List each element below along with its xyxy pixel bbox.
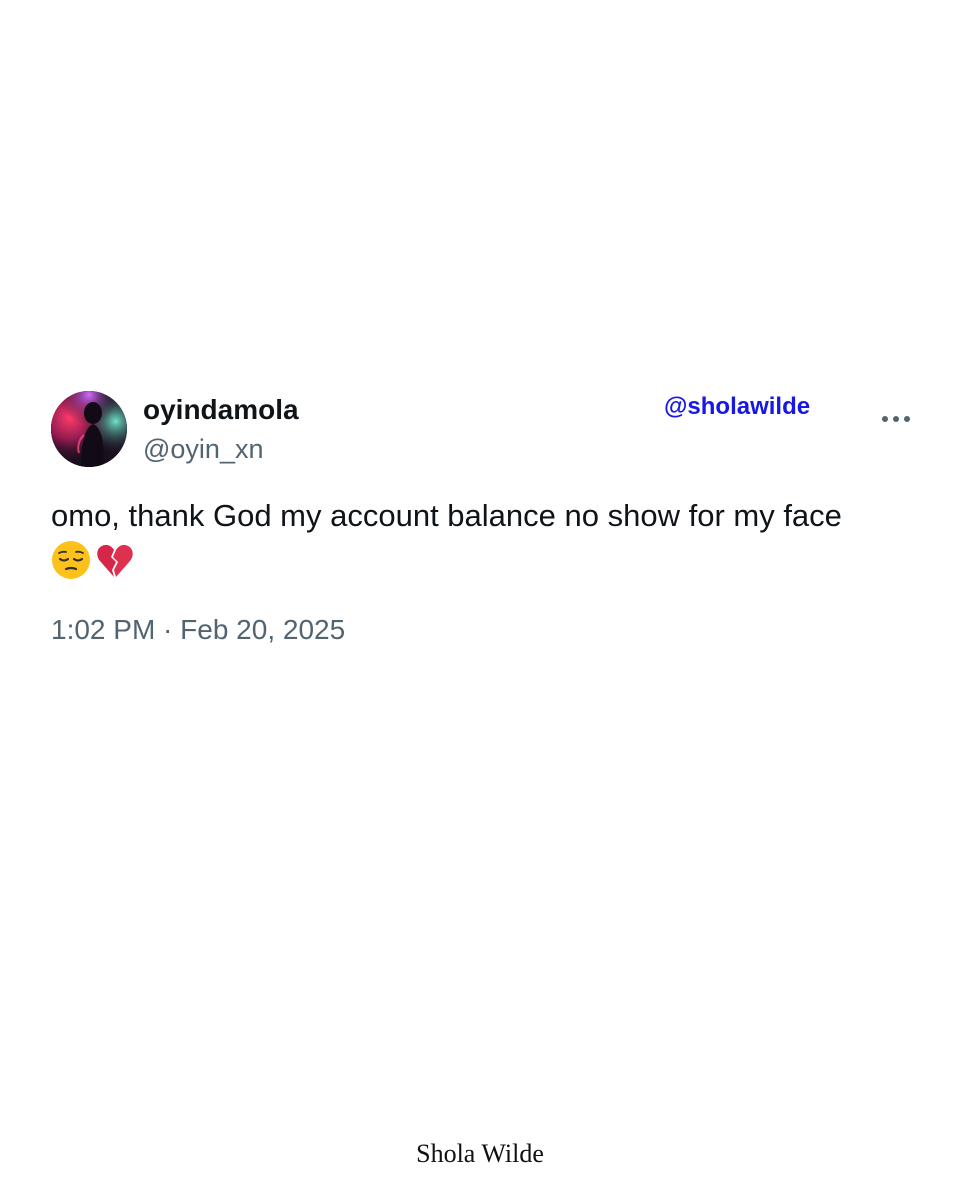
pensive-face-emoji-icon	[52, 541, 90, 579]
avatar[interactable]	[51, 391, 127, 467]
profile-photo-icon	[51, 391, 127, 467]
broken-heart-emoji-icon	[97, 544, 133, 577]
more-options-button[interactable]	[876, 404, 916, 434]
watermark-handle: @sholawilde	[664, 393, 811, 420]
author-display-name[interactable]: oyindamola	[143, 392, 299, 428]
tweet-emojis	[51, 538, 135, 582]
more-horizontal-icon	[882, 416, 910, 422]
tweet-text: omo, thank God my account balance no sho…	[51, 498, 842, 533]
tweet-card: oyindamola @oyin_xn @sholawilde omo, tha…	[0, 0, 960, 1200]
author-handle[interactable]: @oyin_xn	[143, 432, 263, 466]
signature-footer: Shola Wilde	[416, 1139, 544, 1168]
tweet-timestamp[interactable]: 1:02 PM · Feb 20, 2025	[51, 612, 345, 648]
